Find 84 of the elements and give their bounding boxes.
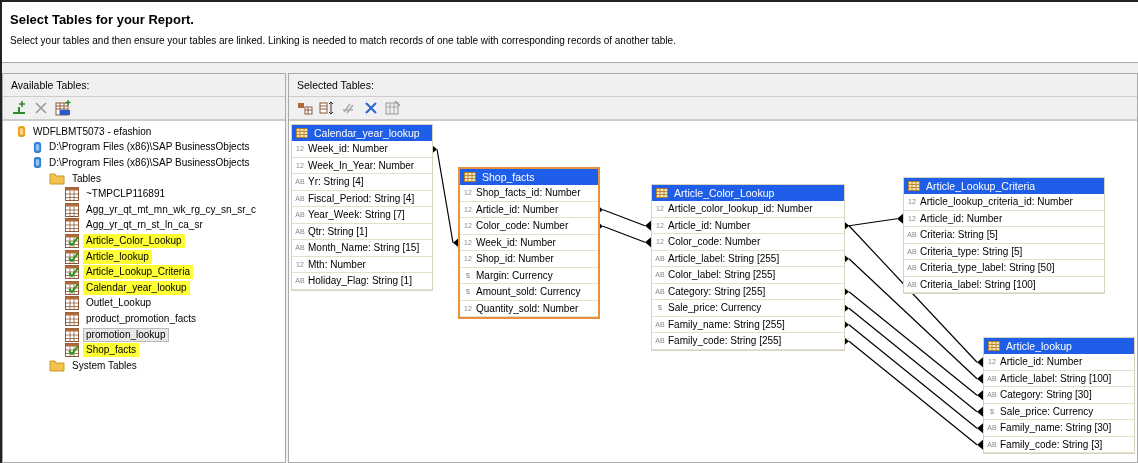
field-name: Category: String [255] — [668, 285, 766, 297]
tree-item[interactable]: D:\Program Files (x86)\SAP BusinessObjects — [46, 140, 253, 155]
field-name: Month_Name: String [15] — [308, 242, 420, 254]
table-name: Article_Lookup_Criteria — [926, 180, 1036, 192]
table-icon — [988, 341, 1000, 351]
folder-icon — [49, 172, 65, 186]
field-name: Color_code: Number — [476, 220, 569, 232]
field-name: Margin: Currency — [476, 269, 553, 281]
tree-item[interactable]: D:\Program Files (x86)\SAP BusinessObjects — [46, 156, 253, 170]
table-card[interactable] — [291, 124, 433, 291]
table-name: Article_lookup — [1006, 340, 1072, 352]
sql-table-icon[interactable] — [55, 100, 71, 116]
tree-item[interactable]: Article_Color_Lookup — [83, 233, 185, 248]
database-icon — [33, 140, 42, 154]
tree-item[interactable]: Agg_yr_qt_rn_st_ln_ca_sr — [83, 218, 206, 233]
table-card[interactable] — [651, 184, 845, 351]
field-name: Criteria_type: String [5] — [920, 245, 1023, 257]
table-name: Shop_facts — [482, 171, 535, 183]
tree-item[interactable]: Calendar_year_lookup — [83, 280, 190, 295]
field-name: Family_code: String [3] — [1000, 438, 1103, 450]
table-icon — [908, 181, 920, 191]
tree-item[interactable]: Shop_facts — [83, 343, 140, 358]
field-name: Year_Week: String [7] — [308, 209, 405, 221]
field-name: Holiday_Flag: String [1] — [308, 275, 412, 287]
field-name: Article_id: Number — [476, 203, 559, 215]
field-name: Color_code: Number — [668, 236, 761, 248]
field-name: Article_label: String [255] — [668, 252, 780, 264]
field-name: Fiscal_Period: String [4] — [308, 192, 415, 204]
table-card[interactable] — [903, 177, 1105, 294]
field-name: Article_lookup_criteria_id: Number — [920, 196, 1073, 208]
link-connector[interactable] — [843, 303, 983, 417]
table-icon — [296, 128, 308, 138]
tree-item[interactable]: Outlet_Lookup — [83, 296, 155, 311]
field-name: Family_code: String [255] — [668, 335, 782, 347]
field-name: Criteria_type_label: String [50] — [920, 262, 1055, 274]
field-name: Mth: Number — [308, 258, 366, 270]
field-name: Article_id: Number — [920, 212, 1003, 224]
field-name: Article_id: Number — [1000, 356, 1083, 368]
field-name: Article_color_lookup_id: Number — [668, 203, 813, 215]
tree-item[interactable]: Agg_yr_qt_mt_mn_wk_rg_cy_sn_sr_c — [83, 202, 260, 217]
link-connector[interactable] — [843, 319, 983, 434]
delete-icon[interactable] — [363, 100, 379, 116]
database-icon — [33, 156, 42, 170]
field-name: Amount_sold: Currency — [476, 286, 581, 298]
field-name: Shop_id: Number — [476, 253, 554, 265]
field-name: Week_In_Year: Number — [308, 159, 415, 171]
panel-title: Selected Tables: — [297, 79, 374, 91]
tree-item[interactable]: Article_Lookup_Criteria — [83, 265, 193, 280]
tree-item[interactable]: System Tables — [69, 358, 140, 373]
field-name: Family_name: String [255] — [668, 318, 785, 330]
sort-icon[interactable] — [319, 100, 335, 116]
add-table-icon[interactable] — [11, 100, 27, 116]
table-layout-icon[interactable] — [297, 100, 313, 116]
tree-item[interactable]: Article_lookup — [83, 249, 152, 264]
field-name: Week_id: Number — [476, 236, 556, 248]
field-name: Shop_facts_id: Number — [476, 187, 581, 199]
instruction-text: Select your tables and then ensure your tables are linked. Linking is needed to match records of one table with corresponding records of another table. — [10, 35, 677, 46]
field-name: Quantity_sold: Number — [476, 302, 579, 314]
field-name: Article_id: Number — [668, 219, 751, 231]
table-icon — [656, 188, 668, 198]
field-name: Criteria: String [5] — [920, 229, 998, 241]
dialog-title: Select Tables for your Report. — [10, 12, 195, 27]
field-name: Article_label: String [100] — [1000, 372, 1112, 384]
field-name: Family_name: String [30] — [1000, 422, 1112, 434]
link-connector[interactable] — [843, 336, 983, 450]
database-icon — [17, 125, 26, 139]
tree-item[interactable]: promotion_lookup — [83, 327, 169, 342]
field-name: Color_label: String [255] — [668, 269, 776, 281]
field-name: Sale_price: Currency — [1000, 405, 1094, 417]
tree-item[interactable]: ~TMPCLP116891 — [83, 187, 169, 202]
table-name: Calendar_year_lookup — [314, 127, 420, 139]
folder-icon — [49, 359, 65, 373]
table-name: Article_Color_Lookup — [674, 187, 775, 199]
tree-item[interactable]: product_promotion_facts — [83, 311, 200, 326]
table-icon — [464, 172, 476, 182]
panel-title: Available Tables: — [11, 79, 90, 91]
field-name: Sale_price: Currency — [668, 302, 762, 314]
tree-item[interactable]: Tables — [69, 171, 104, 186]
tree-item[interactable]: WDFLBMT5073 - efashion — [30, 124, 155, 139]
field-name: Yr: String [4] — [308, 176, 364, 188]
field-name: Week_id: Number — [308, 143, 388, 155]
field-name: Category: String [30] — [1000, 389, 1092, 401]
field-name: Qtr: String [1] — [308, 225, 368, 237]
field-name: Criteria_label: String [100] — [920, 278, 1036, 290]
